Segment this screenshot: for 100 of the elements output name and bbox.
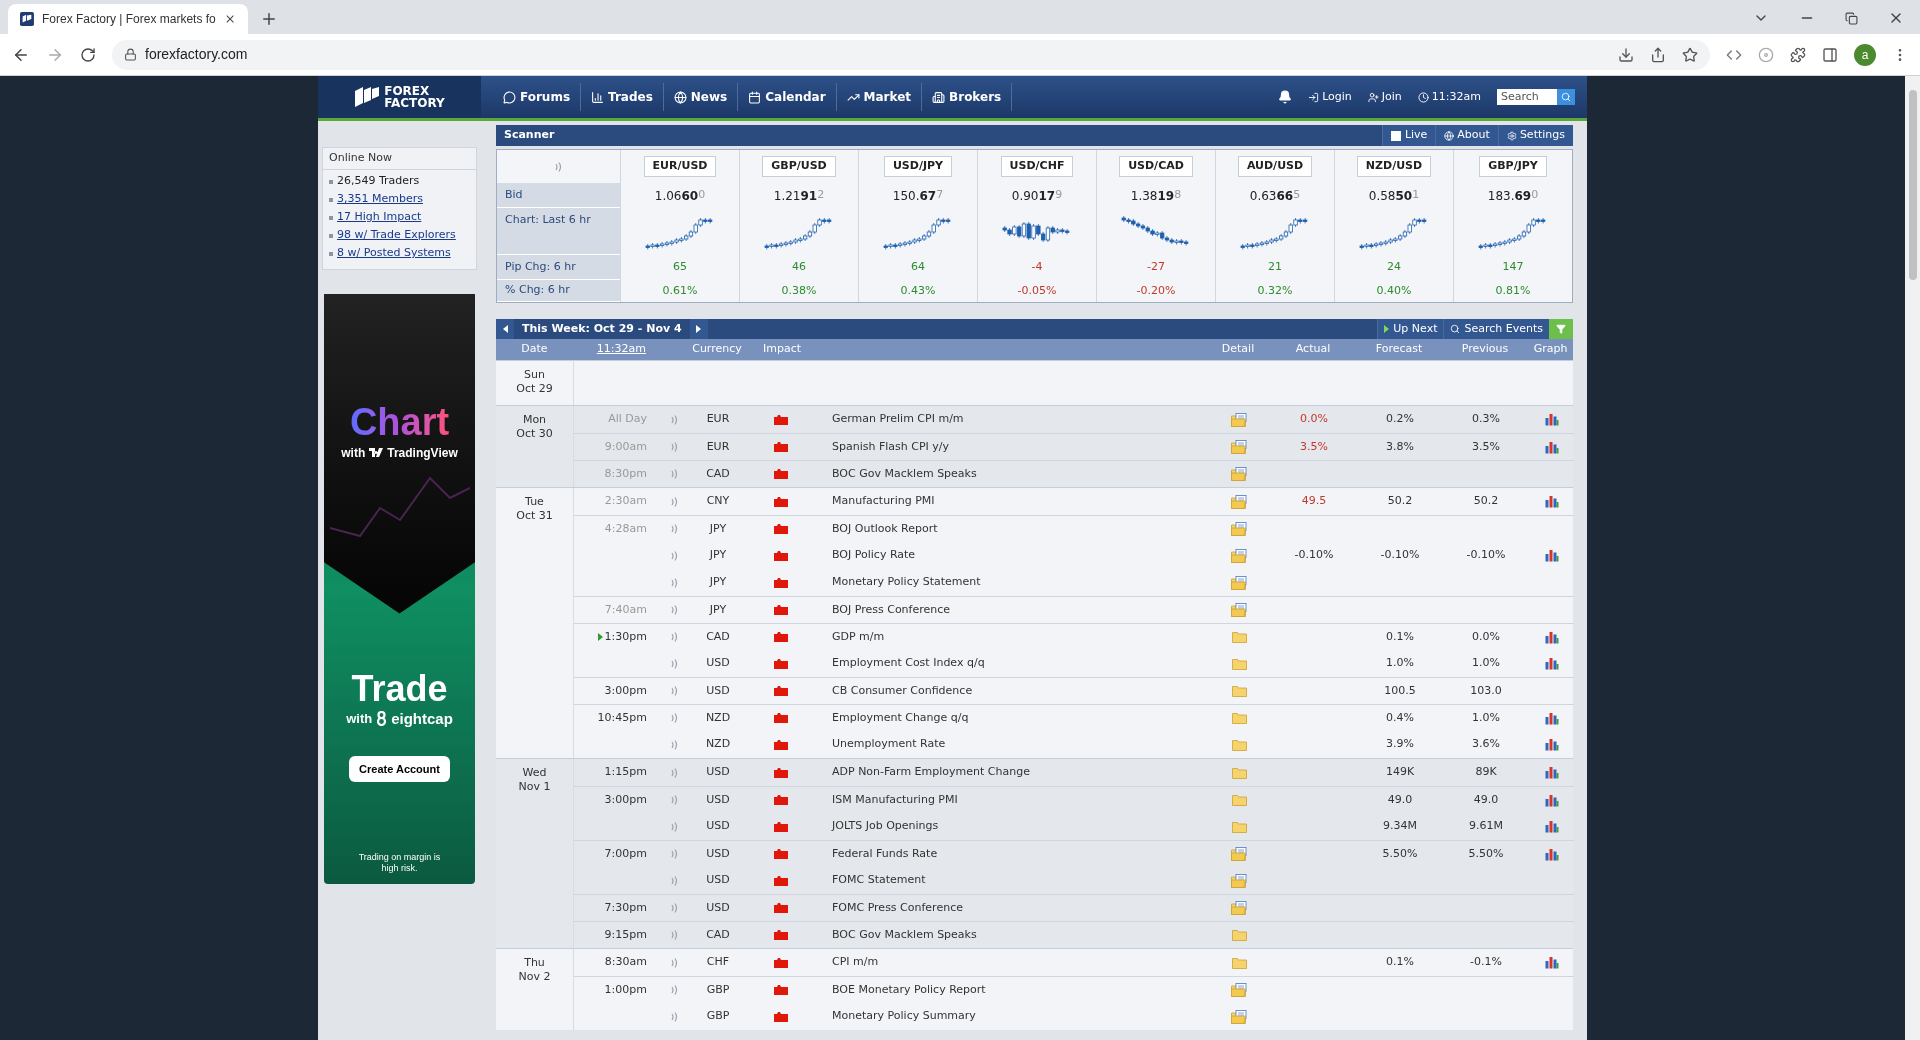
folder-document-icon[interactable] (1230, 440, 1248, 454)
folder-document-icon[interactable] (1230, 983, 1248, 997)
bar-chart-icon[interactable] (1544, 440, 1559, 454)
sound-icon[interactable] (670, 930, 678, 940)
restore-icon[interactable] (1845, 11, 1858, 25)
bar-chart-icon[interactable] (1544, 956, 1559, 969)
pair-label[interactable]: USD/JPY (883, 156, 953, 177)
event-title[interactable]: ISM Manufacturing PMI (822, 791, 1219, 809)
pair-label[interactable]: GBP/JPY (1479, 156, 1547, 177)
folder-icon[interactable] (1231, 657, 1247, 670)
browser-tab[interactable]: Forex Factory | Forex markets fo (8, 4, 248, 34)
event-title[interactable]: GDP m/m (822, 628, 1219, 646)
sound-icon[interactable] (670, 658, 678, 669)
next-week-button[interactable] (689, 319, 708, 339)
folder-icon[interactable] (1231, 820, 1247, 833)
nav-link[interactable]: News (663, 83, 739, 111)
sound-icon[interactable] (670, 739, 678, 750)
folder-icon[interactable] (1231, 956, 1247, 969)
event-title[interactable]: Employment Cost Index q/q (822, 655, 1219, 672)
address-bar[interactable]: forexfactory.com (112, 39, 1710, 70)
share-icon[interactable] (1650, 46, 1666, 63)
side-panel-icon[interactable] (1822, 46, 1838, 63)
event-title[interactable]: Spanish Flash CPI y/y (822, 438, 1219, 456)
bookmark-star-icon[interactable] (1682, 46, 1698, 63)
settings-button[interactable]: Settings (1497, 125, 1573, 146)
online-link[interactable]: 98 w/ Trade Explorers (337, 227, 456, 244)
bar-chart-icon[interactable] (1544, 657, 1559, 670)
pair-label[interactable]: NZD/USD (1356, 156, 1432, 177)
reload-icon[interactable] (80, 46, 96, 63)
bar-chart-icon[interactable] (1544, 793, 1559, 807)
online-link[interactable]: 17 High Impact (337, 209, 422, 226)
sound-icon[interactable] (670, 469, 678, 479)
event-title[interactable]: BOE Monetary Policy Report (822, 981, 1219, 999)
pair-label[interactable]: GBP/USD (762, 156, 836, 177)
folder-document-icon[interactable] (1230, 1009, 1248, 1024)
folder-document-icon[interactable] (1230, 901, 1248, 915)
live-toggle[interactable]: Live (1381, 125, 1436, 146)
profile-avatar[interactable]: a (1854, 43, 1876, 66)
scrollbar[interactable] (1905, 76, 1920, 1040)
folder-document-icon[interactable] (1230, 494, 1248, 509)
folder-document-icon[interactable] (1230, 522, 1248, 536)
folder-icon[interactable] (1231, 685, 1247, 697)
event-title[interactable]: JOLTS Job Openings (822, 818, 1219, 835)
previous-week-button[interactable] (496, 319, 514, 339)
event-title[interactable]: BOJ Policy Rate (822, 547, 1219, 564)
sound-icon[interactable] (670, 875, 678, 886)
sound-icon[interactable] (670, 550, 678, 561)
event-title[interactable]: CB Consumer Confidence (822, 682, 1219, 700)
up-next-button[interactable]: Up Next (1377, 319, 1444, 339)
nav-link[interactable]: Brokers (922, 83, 1013, 111)
sound-icon[interactable] (670, 849, 678, 859)
sound-icon[interactable] (670, 1011, 678, 1022)
search-field[interactable]: Search (1497, 89, 1557, 105)
sound-icon[interactable] (670, 442, 678, 452)
folder-icon[interactable] (1231, 794, 1247, 806)
join-link[interactable]: Join (1367, 88, 1402, 106)
sound-icon[interactable] (670, 795, 678, 805)
event-title[interactable]: Monetary Policy Summary (822, 1008, 1219, 1025)
about-button[interactable]: About (1435, 125, 1498, 146)
sound-icon[interactable] (670, 767, 678, 778)
event-title[interactable]: Employment Change q/q (822, 709, 1219, 727)
folder-icon[interactable] (1231, 738, 1247, 751)
event-title[interactable]: Unemployment Rate (822, 736, 1219, 753)
sound-icon[interactable] (670, 414, 678, 425)
sound-icon[interactable] (670, 903, 678, 913)
event-title[interactable]: Monetary Policy Statement (822, 574, 1219, 591)
folder-document-icon[interactable] (1230, 548, 1248, 563)
event-title[interactable]: German Prelim CPI m/m (822, 411, 1219, 428)
folder-icon[interactable] (1231, 766, 1247, 779)
bar-chart-icon[interactable] (1544, 711, 1559, 725)
folder-document-icon[interactable] (1230, 412, 1248, 427)
sound-icon[interactable] (670, 524, 678, 534)
folder-icon[interactable] (1231, 712, 1247, 724)
filter-button[interactable] (1549, 319, 1573, 339)
pair-label[interactable]: USD/CAD (1119, 156, 1193, 177)
event-title[interactable]: Federal Funds Rate (822, 845, 1219, 863)
install-icon[interactable] (1618, 46, 1634, 63)
sound-icon[interactable] (670, 713, 678, 723)
online-link[interactable]: 8 w/ Posted Systems (337, 245, 451, 262)
extensions-icon[interactable] (1790, 46, 1806, 63)
event-title[interactable]: BOC Gov Macklem Speaks (822, 465, 1219, 483)
event-title[interactable]: FOMC Statement (822, 872, 1219, 889)
sound-icon[interactable] (670, 686, 678, 696)
sound-icon[interactable] (670, 605, 678, 615)
folder-icon[interactable] (1231, 929, 1247, 941)
pair-label[interactable]: EUR/USD (643, 156, 717, 177)
ad-banner[interactable]: Chart with TradingView Trade with eightcap Create Account Trading on margin is high risk. (324, 293, 475, 884)
bar-chart-icon[interactable] (1544, 630, 1559, 644)
bar-chart-icon[interactable] (1544, 847, 1559, 861)
bar-chart-icon[interactable] (1544, 766, 1559, 779)
bar-chart-icon[interactable] (1544, 495, 1559, 508)
event-title[interactable]: BOJ Press Conference (822, 601, 1219, 619)
event-title[interactable]: ADP Non-Farm Employment Change (822, 764, 1219, 781)
bar-chart-icon[interactable] (1544, 413, 1559, 426)
folder-document-icon[interactable] (1230, 575, 1248, 590)
sound-icon[interactable] (670, 821, 678, 832)
pair-label[interactable]: USD/CHF (1000, 156, 1074, 177)
sound-icon[interactable] (670, 957, 678, 968)
sound-icon[interactable] (670, 577, 678, 588)
sound-icon[interactable] (670, 985, 678, 995)
